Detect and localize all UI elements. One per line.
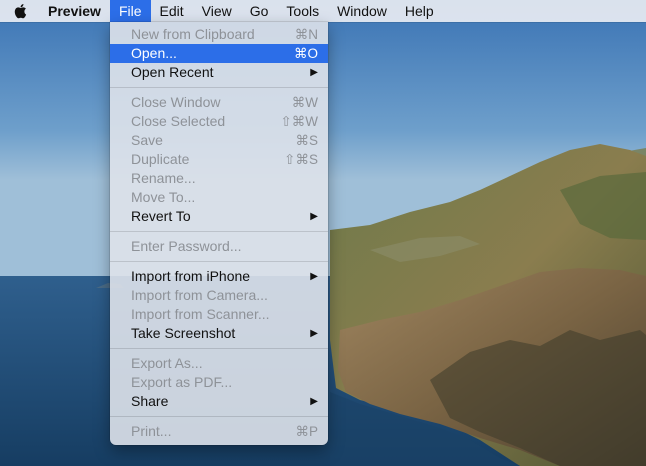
- submenu-arrow-icon: ▶: [310, 396, 318, 407]
- menu-edit[interactable]: Edit: [151, 0, 193, 22]
- menu-item-save[interactable]: Save ⌘S: [110, 131, 328, 150]
- menu-item-open-recent[interactable]: Open Recent ▶: [110, 63, 328, 82]
- menu-item-move-to[interactable]: Move To...: [110, 188, 328, 207]
- menu-help[interactable]: Help: [396, 0, 443, 22]
- menu-tools[interactable]: Tools: [277, 0, 328, 22]
- shortcut-label: ⌘N: [294, 27, 318, 42]
- menu-item-enter-password[interactable]: Enter Password...: [110, 237, 328, 256]
- menu-item-take-screenshot[interactable]: Take Screenshot ▶: [110, 324, 328, 343]
- apple-menu-icon[interactable]: [0, 0, 39, 22]
- menu-item-label: Rename...: [131, 170, 196, 186]
- menu-item-close-selected[interactable]: Close Selected ⇧⌘W: [110, 112, 328, 131]
- submenu-arrow-icon: ▶: [310, 67, 318, 78]
- apple-logo-icon: [14, 4, 27, 19]
- menu-separator: [110, 348, 328, 349]
- menu-item-label: Print...: [131, 423, 172, 439]
- menu-item-label: Open...: [131, 45, 177, 61]
- shortcut-label: ⌘O: [293, 46, 318, 61]
- menu-item-export-as[interactable]: Export As...: [110, 354, 328, 373]
- menu-item-label: Enter Password...: [131, 238, 242, 254]
- menu-item-share[interactable]: Share ▶: [110, 392, 328, 411]
- menu-separator: [110, 87, 328, 88]
- menu-item-label: Import from iPhone: [131, 268, 251, 284]
- menu-window[interactable]: Window: [328, 0, 396, 22]
- menu-item-rename[interactable]: Rename...: [110, 169, 328, 188]
- menu-item-label: Revert To: [131, 208, 191, 224]
- menu-item-label: Share: [131, 393, 169, 409]
- shortcut-label: ⌘S: [295, 133, 318, 148]
- menu-item-label: New from Clipboard: [131, 26, 255, 42]
- menu-go[interactable]: Go: [241, 0, 278, 22]
- menu-item-label: Move To...: [131, 189, 196, 205]
- shortcut-label: ⌘W: [291, 95, 318, 110]
- shortcut-label: ⌘P: [295, 424, 318, 439]
- menu-view[interactable]: View: [193, 0, 241, 22]
- menu-item-label: Export As...: [131, 355, 203, 371]
- shortcut-label: ⇧⌘S: [284, 152, 318, 167]
- menu-bar: Preview File Edit View Go Tools Window H…: [0, 0, 646, 22]
- menu-item-label: Take Screenshot: [131, 325, 236, 341]
- menu-item-label: Close Selected: [131, 113, 226, 129]
- menu-item-new-from-clipboard[interactable]: New from Clipboard ⌘N: [110, 25, 328, 44]
- menu-item-revert-to[interactable]: Revert To ▶: [110, 207, 328, 226]
- menu-item-open[interactable]: Open... ⌘O: [110, 44, 328, 63]
- menu-item-import-from-scanner[interactable]: Import from Scanner...: [110, 305, 328, 324]
- menu-file[interactable]: File: [109, 0, 151, 22]
- menu-item-export-as-pdf[interactable]: Export as PDF...: [110, 373, 328, 392]
- menu-item-import-from-camera[interactable]: Import from Camera...: [110, 286, 328, 305]
- menu-item-label: Import from Camera...: [131, 287, 268, 303]
- menu-item-duplicate[interactable]: Duplicate ⇧⌘S: [110, 150, 328, 169]
- menu-item-label: Export as PDF...: [131, 374, 233, 390]
- shortcut-label: ⇧⌘W: [280, 114, 318, 129]
- menu-item-label: Duplicate: [131, 151, 190, 167]
- submenu-arrow-icon: ▶: [310, 328, 318, 339]
- submenu-arrow-icon: ▶: [310, 211, 318, 222]
- menu-item-import-from-iphone[interactable]: Import from iPhone ▶: [110, 267, 328, 286]
- app-menu-preview[interactable]: Preview: [39, 0, 110, 22]
- menu-item-print[interactable]: Print... ⌘P: [110, 422, 328, 441]
- menu-separator: [110, 261, 328, 262]
- menu-item-label: Open Recent: [131, 64, 214, 80]
- menu-item-label: Import from Scanner...: [131, 306, 270, 322]
- menu-item-label: Save: [131, 132, 163, 148]
- menu-item-close-window[interactable]: Close Window ⌘W: [110, 93, 328, 112]
- file-menu-dropdown: New from Clipboard ⌘N Open... ⌘O Open Re…: [110, 22, 328, 445]
- menu-separator: [110, 416, 328, 417]
- menu-item-label: Close Window: [131, 94, 221, 110]
- menu-separator: [110, 231, 328, 232]
- submenu-arrow-icon: ▶: [310, 271, 318, 282]
